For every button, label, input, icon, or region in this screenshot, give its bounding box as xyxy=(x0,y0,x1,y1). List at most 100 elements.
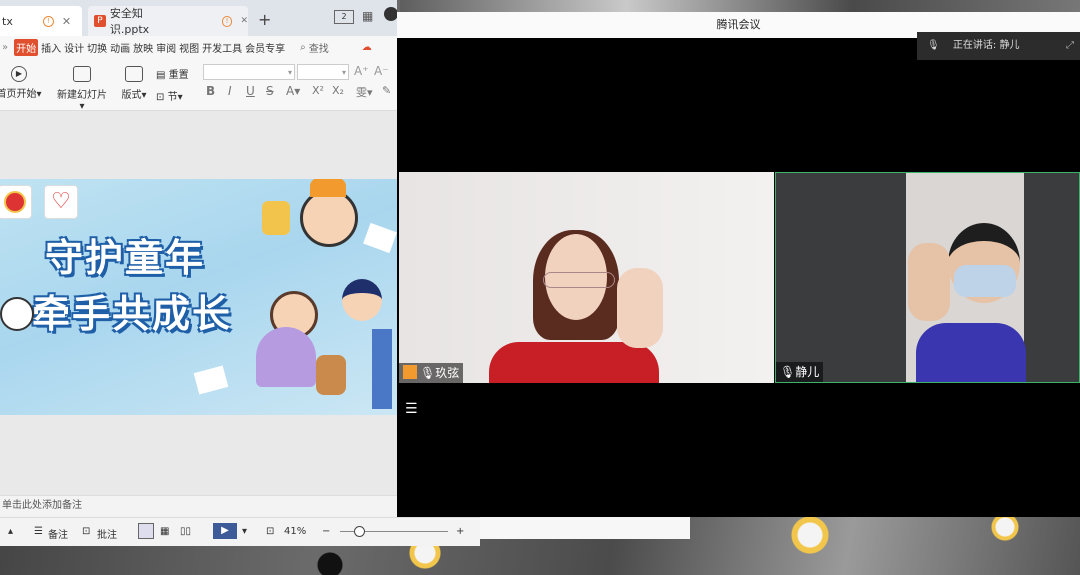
document-tab-bar: tx ! ✕ P 安全知识.pptx ! ✕ + 2 ▦ xyxy=(0,0,397,36)
menu-tab-animation[interactable]: 动画 xyxy=(110,40,130,55)
menu-tab-member[interactable]: 会员专享 xyxy=(245,40,285,55)
speaking-label: 正在讲话: 静儿 xyxy=(952,40,1020,51)
reset-button[interactable]: ▤ 重置 xyxy=(156,66,196,81)
wps-status-bar: ▴ ☰ 备注 ⊡ 批注 ▦ ▯▯ ▶ ▾ ⊡ 41% − + xyxy=(0,517,480,546)
button-label: 重置 xyxy=(168,70,189,81)
book-illustration xyxy=(193,365,229,395)
video-tile-participant-2[interactable]: 🎙静儿 xyxy=(775,172,1080,383)
notes-toggle[interactable]: 备注 xyxy=(48,526,68,541)
section-icon: ⊡ xyxy=(156,92,165,103)
girl-body-illustration xyxy=(256,327,316,387)
cloud-sync-icon[interactable]: ☁ xyxy=(362,42,372,53)
play-options-icon[interactable]: ▾ xyxy=(242,526,247,537)
heart-logo: ♡ xyxy=(44,185,78,219)
menu-tab-slideshow[interactable]: 放映 xyxy=(133,40,153,55)
zoom-in-icon[interactable]: + xyxy=(456,526,464,537)
host-icon xyxy=(403,365,417,379)
tab-safety-knowledge[interactable]: P 安全知识.pptx ! ✕ xyxy=(88,6,248,36)
hand-ok-gesture xyxy=(908,243,950,321)
close-icon[interactable]: ✕ xyxy=(62,15,71,28)
layout-button[interactable]: 版式▾ xyxy=(120,66,148,101)
new-slide-button[interactable]: 新建幻灯片▾ xyxy=(56,66,108,112)
slide-editing-canvas[interactable]: ♡ 守护童年 牵手共成长 xyxy=(0,111,397,495)
comment-icon[interactable]: ⊡ xyxy=(82,526,90,537)
superscript-icon[interactable]: X² xyxy=(312,84,324,97)
zoom-slider-thumb[interactable] xyxy=(354,526,365,537)
collapse-icon[interactable]: ▴ xyxy=(8,526,13,537)
participant-name: 玖弦 xyxy=(435,366,460,380)
eraser-icon[interactable]: ✎ xyxy=(382,84,391,97)
microphone-icon: 🎙 xyxy=(927,40,940,51)
menu-tab-view[interactable]: 视图 xyxy=(179,40,199,55)
tab-current-doc[interactable]: tx ! ✕ xyxy=(0,6,82,36)
taskbar-fragment xyxy=(480,517,690,539)
menu-tab-design[interactable]: 设计 xyxy=(64,40,84,55)
grid-apps-icon[interactable]: ▦ xyxy=(362,9,373,23)
subscript-icon[interactable]: X₂ xyxy=(332,84,344,97)
font-name-select[interactable]: ▾ xyxy=(203,64,295,80)
expand-icon[interactable]: ⤢ xyxy=(1066,32,1074,60)
play-from-current-button[interactable]: ▶ 首页开始▾ xyxy=(0,66,44,100)
search-button[interactable]: 查找 xyxy=(309,40,329,55)
layout-icon xyxy=(125,66,143,82)
italic-icon[interactable]: I xyxy=(228,84,232,98)
backpack-illustration xyxy=(262,201,290,235)
strikethrough-icon[interactable]: S xyxy=(266,84,274,98)
menu-tab-home[interactable]: 开始 xyxy=(14,38,39,56)
participant-name: 静儿 xyxy=(795,365,820,379)
new-tab-button[interactable]: + xyxy=(258,10,271,29)
button-label: 节 xyxy=(167,92,178,103)
play-icon: ▶ xyxy=(11,66,27,82)
slide-sorter-icon[interactable]: ▦ xyxy=(160,526,169,537)
speaking-indicator: 🎙 正在讲话: 静儿 ⤢ xyxy=(917,32,1080,60)
microphone-icon: 🎙 xyxy=(780,365,796,379)
boy-body-illustration xyxy=(372,329,392,409)
slideshow-play-button[interactable]: ▶ xyxy=(213,523,237,539)
fit-window-icon[interactable]: ⊡ xyxy=(266,526,274,537)
tab-label: tx xyxy=(2,14,13,28)
menu-tab-developer[interactable]: 开发工具 xyxy=(202,40,242,55)
participant-nametag: 🎙玖弦 xyxy=(399,363,464,383)
reading-view-icon[interactable]: ▯▯ xyxy=(180,526,191,537)
bold-icon[interactable]: B xyxy=(206,84,215,98)
avatar[interactable] xyxy=(384,7,397,21)
menu-tab-review[interactable]: 审阅 xyxy=(156,40,176,55)
zoom-level[interactable]: 41% xyxy=(284,526,306,537)
slide-1[interactable]: ♡ 守护童年 牵手共成长 xyxy=(0,179,397,415)
comments-toggle[interactable]: 批注 xyxy=(97,526,117,541)
slide-title-line2: 牵手共成长 xyxy=(32,292,233,336)
window-layout-icon[interactable]: 2 xyxy=(334,10,354,24)
shrink-font-icon[interactable]: A⁻ xyxy=(374,64,389,78)
grow-font-icon[interactable]: A⁺ xyxy=(354,64,369,78)
wps-presentation-window: tx ! ✕ P 安全知识.pptx ! ✕ + 2 ▦ » 开始 插入 设计 … xyxy=(0,0,397,545)
video-tile-participant-1[interactable]: 🎙玖弦 xyxy=(399,172,774,383)
menu-expand-icon[interactable]: » xyxy=(2,42,8,53)
reset-icon: ▤ xyxy=(156,70,166,81)
bag-illustration xyxy=(316,355,346,395)
notes-icon[interactable]: ☰ xyxy=(34,526,43,537)
zoom-out-icon[interactable]: − xyxy=(322,526,330,537)
section-button[interactable]: ⊡ 节▾ xyxy=(156,88,196,103)
participant-nametag: 🎙静儿 xyxy=(776,362,824,382)
tencent-meeting-window: 腾讯会议 🎙 正在讲话: 静儿 ⤢ 🎙玖弦 🎙静儿 ☰ xyxy=(397,12,1080,517)
cartoon-boy-illustration xyxy=(342,279,382,321)
ribbon-tab-menu: » 开始 插入 设计 切换 动画 放映 审阅 视图 开发工具 会员专享 ⌕ 查找… xyxy=(0,36,397,58)
underline-icon[interactable]: U xyxy=(246,84,255,98)
font-size-select[interactable]: ▾ xyxy=(297,64,349,80)
search-icon[interactable]: ⌕ xyxy=(300,42,306,53)
menu-tab-insert[interactable]: 插入 xyxy=(41,40,61,55)
normal-view-icon[interactable] xyxy=(138,523,154,539)
menu-tab-transition[interactable]: 切换 xyxy=(87,40,107,55)
notes-pane[interactable]: 单击此处添加备注 xyxy=(0,495,397,516)
font-color-icon[interactable]: A▾ xyxy=(286,84,300,98)
button-label: 新建幻灯片 xyxy=(57,90,107,101)
face-mask xyxy=(954,265,1016,297)
glasses xyxy=(543,272,615,288)
desktop-wallpaper-strip xyxy=(400,0,1080,12)
button-label: 版式 xyxy=(121,90,142,101)
participant-list-icon[interactable]: ☰ xyxy=(405,401,418,417)
close-icon[interactable]: ✕ xyxy=(240,16,248,26)
person-clothes xyxy=(916,323,1026,382)
microphone-icon: 🎙 xyxy=(420,366,436,380)
phonetic-icon[interactable]: 雯▾ xyxy=(356,84,373,100)
